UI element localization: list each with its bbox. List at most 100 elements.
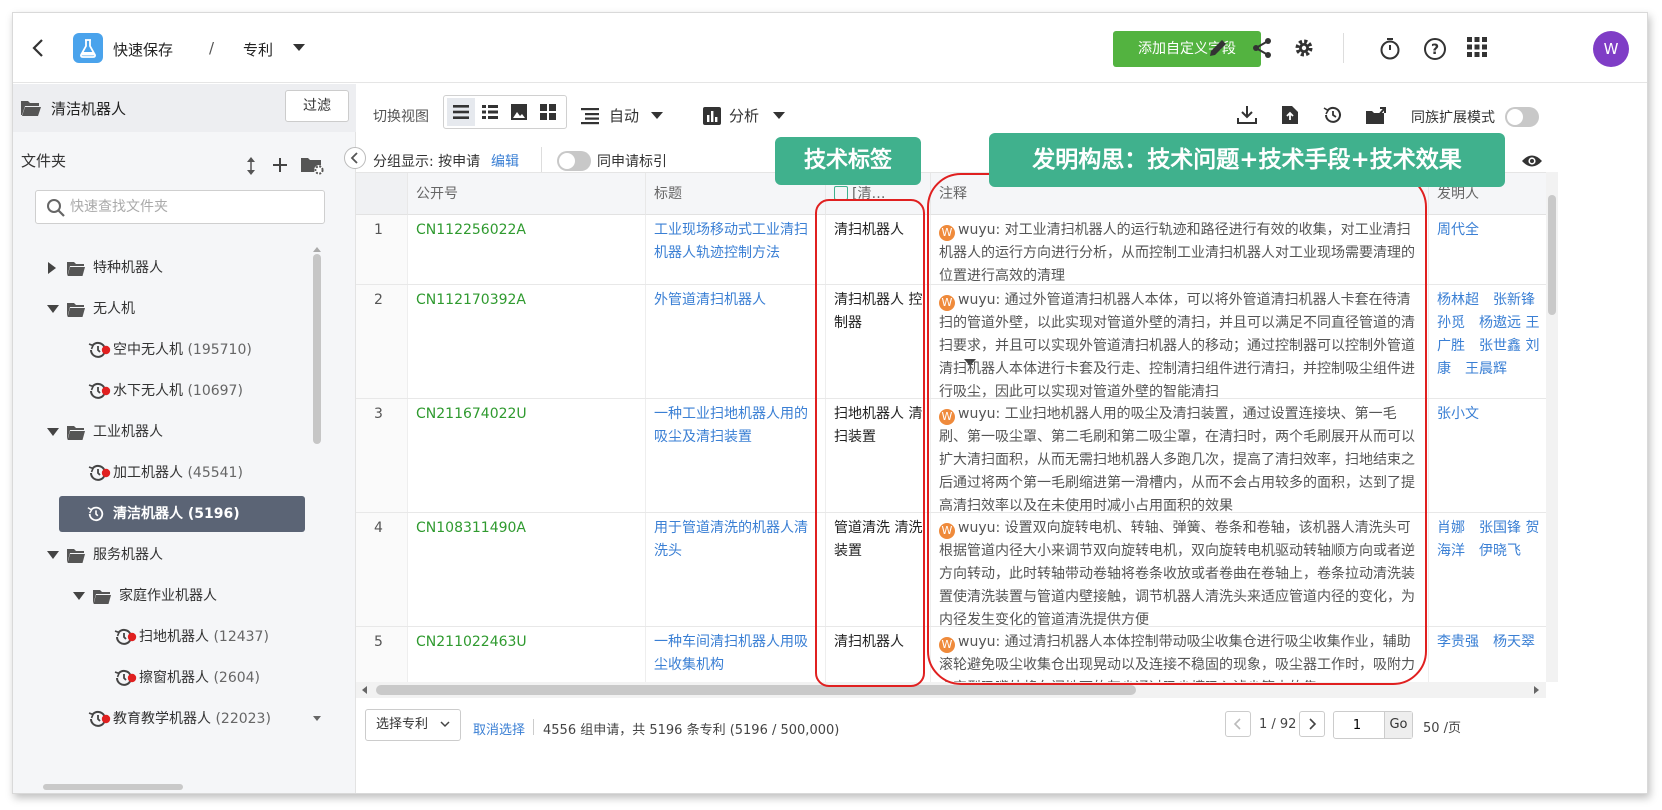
patent-title-link[interactable]: 外管道清扫机器人 [646, 285, 826, 398]
folder-tree-item[interactable]: 空中无人机 (195710) [71, 332, 295, 368]
same-app-index-toggle[interactable] [557, 151, 591, 171]
folder-settings-icon[interactable] [301, 157, 325, 175]
inventor-links[interactable]: 杨林超 张新锋 孙觅 杨遨远 王广胜 张世鑫 刘康 王晨辉 [1429, 285, 1546, 398]
publication-number-link[interactable]: CN112256022A [408, 215, 646, 284]
import-file-icon[interactable] [1281, 105, 1299, 125]
folder-tree-item[interactable]: 教育教学机器人 (22023) [71, 701, 295, 737]
user-avatar[interactable]: W [1593, 31, 1629, 67]
analysis-caret-down-icon[interactable] [773, 112, 785, 120]
saved-search-icon [113, 668, 137, 688]
caret-down-icon[interactable] [47, 427, 59, 437]
inventor-links[interactable]: 李贵强 杨天翠 [1429, 627, 1546, 682]
help-icon[interactable]: ? [1423, 37, 1447, 61]
image-view-icon[interactable] [505, 98, 533, 126]
tree-h-scrollbar[interactable] [23, 782, 313, 792]
auto-caret-down-icon[interactable] [651, 112, 663, 120]
analysis-dropdown[interactable]: 分析 [729, 105, 759, 126]
select-patent-dropdown[interactable]: 选择专利 [365, 709, 461, 741]
cancel-select-link[interactable]: 取消选择 [473, 719, 525, 738]
eye-icon[interactable] [1521, 153, 1543, 169]
folder-tree-item[interactable]: 扫地机器人 (12437) [97, 619, 295, 655]
folder-tree-item[interactable]: 加工机器人 (45541) [71, 455, 295, 491]
saved-search-icon [87, 463, 111, 483]
patent-title-link[interactable]: 一种工业扫地机器人用的吸尘及清扫装置 [646, 399, 826, 512]
patent-title-link[interactable]: 一种车间清扫机器人用吸尘收集机构 [646, 627, 826, 682]
back-arrow-icon[interactable] [31, 39, 45, 57]
export-folder-icon[interactable] [1365, 105, 1387, 125]
table-h-scroll-thumb[interactable] [376, 685, 1136, 695]
apps-grid-icon[interactable] [1467, 37, 1487, 57]
publication-number-link[interactable]: CN211022463U [408, 627, 646, 682]
table-v-scroll-thumb[interactable] [1548, 195, 1556, 315]
history-icon[interactable] [1323, 105, 1343, 125]
gear-icon[interactable] [1293, 37, 1315, 59]
publication-number-link[interactable]: CN108311490A [408, 513, 646, 626]
saved-search-icon [87, 381, 111, 401]
add-folder-icon[interactable] [271, 156, 289, 174]
family-mode-label: 同族扩展模式 [1411, 110, 1495, 126]
group-edit-link[interactable]: 编辑 [491, 151, 519, 171]
row-index: 4 [356, 513, 408, 626]
folder-tree-item[interactable]: 工业机器人 [45, 414, 295, 450]
checkbox-icon[interactable] [834, 186, 848, 200]
select-patent-label: 选择专利 [376, 717, 429, 732]
caret-down-icon[interactable] [47, 304, 59, 314]
share-icon[interactable] [1251, 37, 1273, 59]
caret-down-icon[interactable] [73, 591, 85, 601]
folder-section-label: 文件夹 [21, 152, 67, 170]
patent-title-link[interactable]: 用于管道清洗的机器人清洗头 [646, 513, 826, 626]
detail-list-view-icon[interactable] [476, 98, 504, 126]
folder-icon [67, 548, 85, 563]
filter-button[interactable]: 过滤 [285, 90, 349, 122]
breadcrumb-separator: / [209, 39, 215, 57]
inventor-links[interactable]: 肖娜 张国锋 贺海洋 伊晓飞 [1429, 513, 1546, 626]
tech-tag-callout: 技术标签 [775, 137, 921, 185]
download-icon[interactable] [1237, 105, 1257, 125]
analysis-chart-icon[interactable] [703, 107, 721, 125]
folder-tree-label: 扫地机器人 (12437) [139, 629, 269, 645]
folder-search-input[interactable] [70, 192, 320, 222]
header-divider [1343, 33, 1344, 63]
go-button[interactable]: Go [1384, 712, 1412, 738]
collapse-sidebar-chevron-icon[interactable] [344, 147, 366, 169]
folder-tree-label: 工业机器人 [93, 424, 163, 440]
grid-view-icon[interactable] [534, 98, 562, 126]
caret-down-icon[interactable] [293, 44, 305, 52]
folder-tree-item[interactable]: 服务机器人 [45, 537, 295, 573]
per-page-selector[interactable]: 50 /页 [1423, 717, 1461, 736]
svg-text:?: ? [1431, 42, 1439, 58]
inventor-links[interactable]: 周代全 [1429, 215, 1546, 284]
list-view-icon[interactable] [447, 98, 475, 126]
column-header-pub-no[interactable]: 公开号 [408, 173, 646, 215]
row-index: 1 [356, 215, 408, 284]
publication-number-link[interactable]: CN211674022U [408, 399, 646, 512]
folder-tree-item[interactable]: 特种机器人 [45, 250, 295, 286]
page-jump-input[interactable] [1334, 713, 1380, 737]
folder-tree-label: 清洁机器人 (5196) [113, 506, 240, 522]
add-custom-field-button[interactable]: 添加自定义字段 [1113, 31, 1261, 67]
patent-title-link[interactable]: 工业现场移动式工业清扫机器人轨迹控制方法 [646, 215, 826, 284]
folder-tree-item[interactable]: 无人机 [45, 291, 295, 327]
header-index [356, 173, 408, 215]
folder-tree-item[interactable]: 水下无人机 (10697) [71, 373, 295, 409]
tree-scroll-thumb[interactable] [313, 254, 321, 444]
stopwatch-icon[interactable] [1379, 37, 1401, 61]
folder-tree-item[interactable]: 擦窗机器人 (2604) [97, 660, 295, 696]
family-mode-toggle[interactable] [1505, 107, 1539, 127]
sort-icon[interactable] [245, 156, 257, 176]
caret-down-icon[interactable] [47, 550, 59, 560]
auto-dropdown[interactable]: 自动 [609, 105, 639, 126]
folder-tree-item[interactable]: 清洁机器人 (5196) [59, 496, 305, 532]
publication-number-link[interactable]: CN112170392A [408, 285, 646, 398]
module-name[interactable]: 专利 [243, 39, 273, 60]
project-name[interactable]: 快速保存 [113, 39, 173, 60]
next-page-button[interactable] [1299, 711, 1325, 737]
saved-search-icon [87, 505, 105, 523]
caret-right-icon[interactable] [47, 262, 57, 274]
prev-page-button[interactable] [1225, 711, 1251, 737]
auto-layout-icon[interactable] [581, 107, 601, 125]
folder-tree-item[interactable]: 家庭作业机器人 [71, 578, 295, 614]
inventor-links[interactable]: 张小文 [1429, 399, 1546, 512]
pencil-icon[interactable] [1207, 37, 1229, 59]
folder-search-box[interactable] [35, 190, 325, 224]
